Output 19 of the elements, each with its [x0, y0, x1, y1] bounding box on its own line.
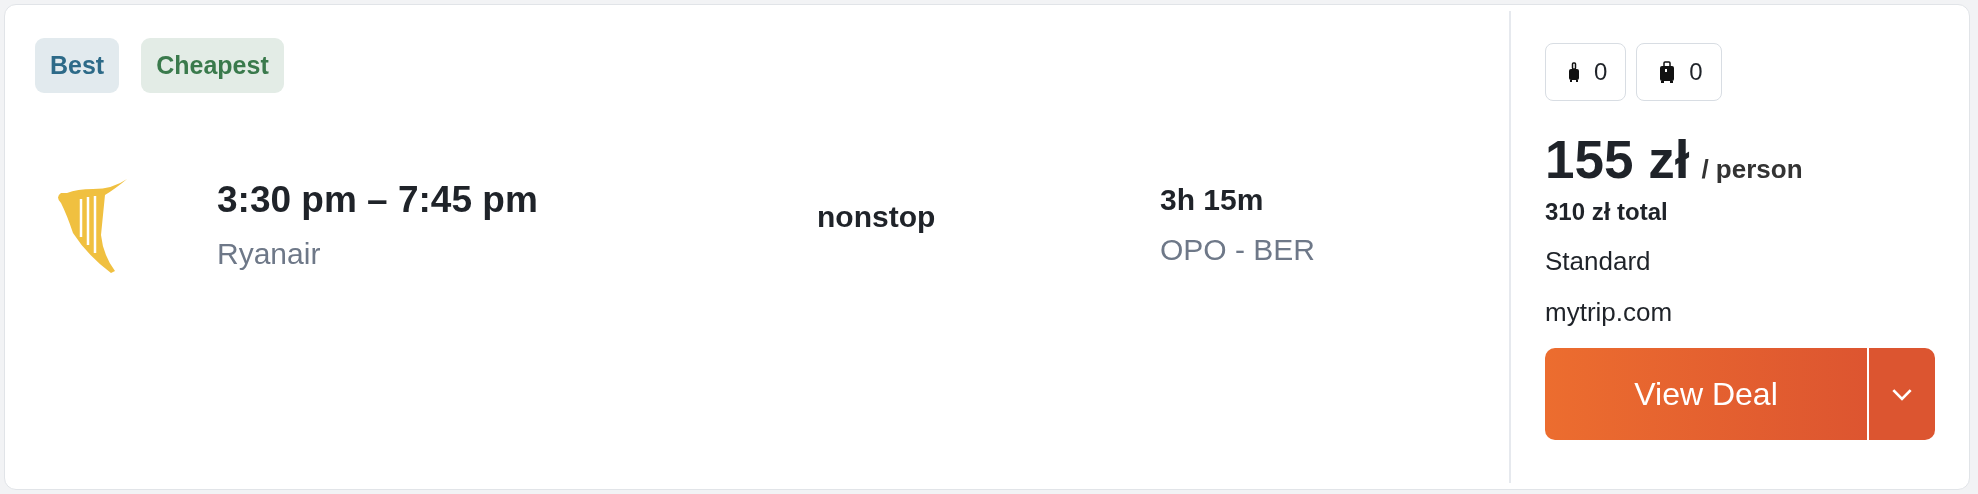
- provider-name: mytrip.com: [1545, 297, 1674, 328]
- route-label: OPO - BER: [1160, 233, 1316, 267]
- tag: Best: [35, 38, 120, 93]
- bag-count: 0: [1545, 43, 1627, 101]
- airline-name: Ryanair: [217, 237, 322, 271]
- dropdown-button[interactable]: [1869, 348, 1935, 440]
- stops-label: nonstop: [817, 200, 937, 234]
- price: 155 zł: [1545, 129, 1690, 190]
- flight-times: 3:30 pm – 7:45 pm: [217, 179, 539, 221]
- total-price: 310 zł total: [1545, 198, 1669, 226]
- tag: Cheapest: [141, 38, 284, 93]
- fare-class: Standard: [1545, 246, 1652, 277]
- flight-duration: 3h 15m: [1160, 183, 1265, 217]
- chevron-down-icon: [1891, 387, 1913, 401]
- suitcase-icon: [1568, 62, 1580, 82]
- view-deal-button[interactable]: View Deal: [1545, 348, 1867, 440]
- bag-count: 0: [1636, 43, 1722, 101]
- price-unit: / person: [1701, 154, 1803, 185]
- luggage-icon: [1659, 61, 1676, 83]
